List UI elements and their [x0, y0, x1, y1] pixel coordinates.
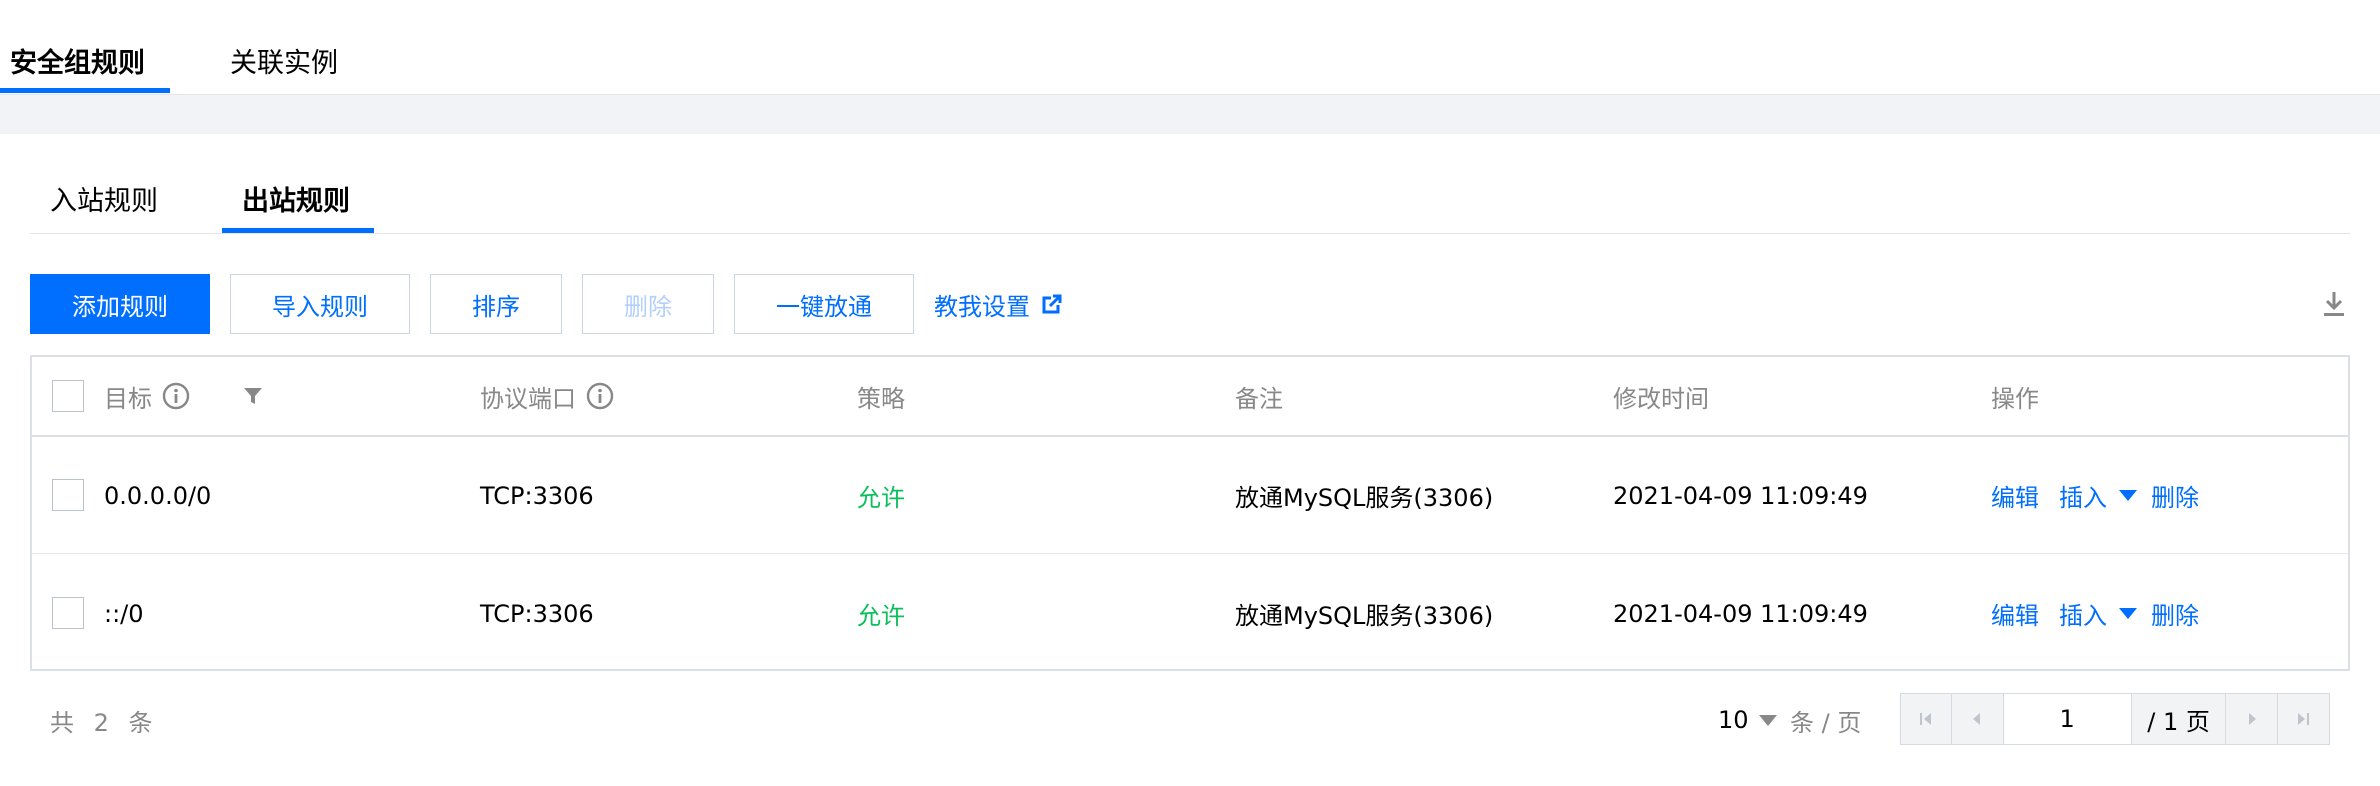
- header-policy: 策略: [857, 384, 905, 413]
- insert-dropdown-caret-icon[interactable]: [2119, 490, 2137, 501]
- sort-button[interactable]: 排序: [430, 274, 562, 334]
- cell-actions: 编辑 插入 删除: [1991, 437, 2199, 554]
- total-pages: / 1 页: [2131, 694, 2227, 744]
- cell-remark: 放通MySQL服务(3306): [1235, 602, 1494, 630]
- last-page-button[interactable]: [2277, 694, 2329, 744]
- delete-button[interactable]: 删除: [582, 274, 714, 334]
- cell-modified-time: 2021-04-09 11:09:49: [1613, 599, 1868, 628]
- tab-security-group-rules[interactable]: 安全组规则: [10, 44, 145, 84]
- active-tab-indicator: [0, 88, 170, 93]
- help-setup-label: 教我设置: [934, 292, 1030, 321]
- header-target-label: 目标: [104, 384, 152, 413]
- table-row: 0.0.0.0/0 TCP:3306 允许 放通MySQL服务(3306) 20…: [32, 437, 2348, 554]
- first-page-icon: [1920, 713, 1932, 725]
- page-size-select[interactable]: 10: [1718, 690, 1777, 750]
- tab-associated-instances[interactable]: 关联实例: [230, 44, 338, 84]
- cell-policy: 允许: [857, 484, 905, 512]
- insert-dropdown-caret-icon[interactable]: [2119, 608, 2137, 619]
- info-icon[interactable]: [162, 382, 190, 410]
- cell-protocol-port: TCP:3306: [480, 599, 594, 628]
- import-rules-button[interactable]: 导入规则: [230, 274, 410, 334]
- header-protocol-port: 协议端口: [480, 357, 614, 435]
- first-page-button[interactable]: [1901, 694, 1953, 744]
- tab-inbound-rules[interactable]: 入站规则: [50, 182, 158, 222]
- row-checkbox[interactable]: [52, 479, 84, 511]
- header-actions: 操作: [1991, 384, 2039, 413]
- pager: 1 / 1 页: [1900, 693, 2330, 745]
- download-icon[interactable]: [2318, 288, 2350, 320]
- security-group-page: 安全组规则 关联实例 入站规则 出站规则 添加规则 导入规则 排序 删除 一键放…: [0, 0, 2380, 786]
- page-number-input[interactable]: 1: [2004, 694, 2132, 744]
- cell-protocol-port: TCP:3306: [480, 481, 594, 510]
- header-modified-time: 修改时间: [1613, 384, 1709, 413]
- cell-modified-time: 2021-04-09 11:09:49: [1613, 481, 1868, 510]
- rule-direction-tabs: 入站规则 出站规则: [30, 180, 2350, 234]
- next-page-icon: [2248, 713, 2256, 725]
- toolbar: 添加规则 导入规则 排序 删除 一键放通 教我设置: [30, 274, 2350, 334]
- rules-table: 目标 协议端口 策略 备注 修改时间 操作 0.0.0.0/0 TCP:3306…: [30, 355, 2350, 671]
- one-click-open-button[interactable]: 一键放通: [734, 274, 914, 334]
- cell-remark: 放通MySQL服务(3306): [1235, 484, 1494, 512]
- table-row: ::/0 TCP:3306 允许 放通MySQL服务(3306) 2021-04…: [32, 555, 2348, 672]
- add-rule-button[interactable]: 添加规则: [30, 274, 210, 334]
- section-divider-band: [0, 94, 2380, 134]
- cell-target: ::/0: [104, 599, 144, 628]
- cell-target: 0.0.0.0/0: [104, 481, 212, 510]
- delete-link[interactable]: 删除: [2151, 478, 2199, 513]
- page-size-value: 10: [1718, 706, 1749, 734]
- edit-link[interactable]: 编辑: [1991, 478, 2039, 513]
- next-page-button[interactable]: [2226, 694, 2278, 744]
- total-count: 共 2 条: [50, 708, 159, 737]
- chevron-down-icon: [1758, 714, 1777, 726]
- per-page-label: 条 / 页: [1790, 708, 1862, 737]
- last-page-icon: [2298, 713, 2310, 725]
- header-protocol-port-label: 协议端口: [480, 384, 576, 413]
- tab-outbound-rules[interactable]: 出站规则: [242, 182, 350, 222]
- info-icon[interactable]: [586, 382, 614, 410]
- cell-policy: 允许: [857, 602, 905, 630]
- prev-page-button[interactable]: [1952, 694, 2004, 744]
- select-all-checkbox[interactable]: [52, 380, 84, 412]
- insert-link[interactable]: 插入: [2059, 478, 2107, 513]
- active-subtab-indicator: [222, 228, 374, 233]
- filter-icon[interactable]: [242, 357, 264, 435]
- top-tabs: 安全组规则 关联实例: [0, 0, 2380, 94]
- cell-actions: 编辑 插入 删除: [1991, 555, 2199, 672]
- edit-link[interactable]: 编辑: [1991, 596, 2039, 631]
- table-header: 目标 协议端口 策略 备注 修改时间 操作: [32, 357, 2348, 437]
- prev-page-icon: [1973, 713, 1981, 725]
- help-setup-link[interactable]: 教我设置: [934, 274, 1062, 334]
- external-link-icon: [1042, 294, 1062, 314]
- header-target: 目标: [104, 357, 190, 435]
- insert-link[interactable]: 插入: [2059, 596, 2107, 631]
- delete-link[interactable]: 删除: [2151, 596, 2199, 631]
- pagination-bar: 共 2 条 10 条 / 页 1 / 1 页: [30, 690, 2350, 750]
- header-remark: 备注: [1235, 384, 1283, 413]
- row-checkbox[interactable]: [52, 597, 84, 629]
